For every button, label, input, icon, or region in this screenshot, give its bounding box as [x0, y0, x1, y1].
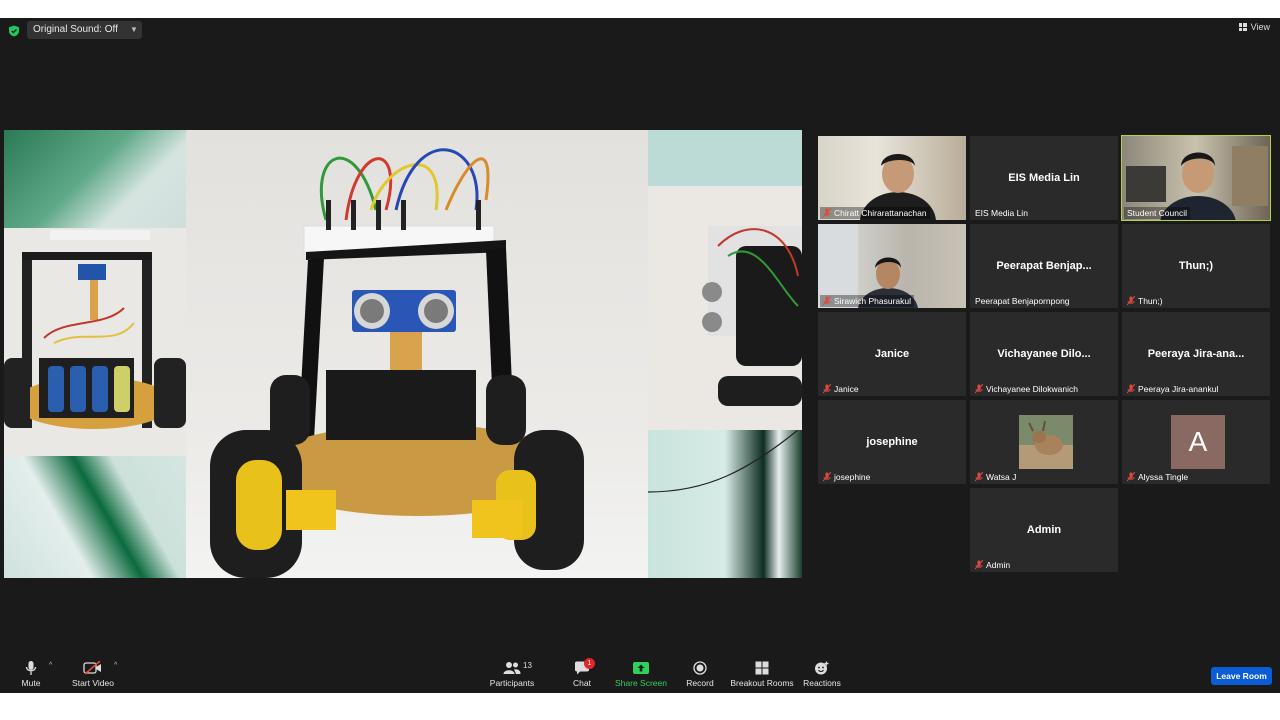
muted-mic-icon: [1126, 471, 1136, 482]
muted-mic-icon: [1126, 295, 1136, 306]
record-button[interactable]: Record: [684, 658, 716, 688]
video-tile-admin[interactable]: Admin Admin: [970, 488, 1118, 572]
video-tile-josephine[interactable]: josephine josephine: [818, 400, 966, 484]
video-panel-left-top: [4, 130, 186, 228]
video-tile-vichayanee[interactable]: Vichayanee Dilo... Vichayanee Dilokwanic…: [970, 312, 1118, 396]
participant-name-label: Chiratt Chirarattanachan: [820, 207, 930, 219]
view-label: View: [1250, 22, 1270, 32]
participant-name-label: josephine: [820, 471, 873, 483]
video-tile-alyssa-tingle[interactable]: A Alyssa Tingle: [1122, 400, 1270, 484]
breakout-rooms-button[interactable]: Breakout Rooms: [730, 658, 794, 688]
mute-label: Mute: [21, 678, 41, 688]
share-screen-icon: [612, 658, 670, 678]
avatar-initial: A: [1171, 415, 1225, 469]
audio-options-caret-icon[interactable]: ^: [49, 662, 52, 669]
meeting-toolbar: Mute ^ Start Video ^ Participants 13 Cha…: [0, 658, 1280, 693]
profile-picture-deer: [1019, 415, 1073, 469]
participant-name-label: EIS Media Lin: [975, 208, 1028, 218]
original-sound-toggle[interactable]: Original Sound: Off ▼: [27, 21, 142, 39]
participant-name-label: Thun;): [1124, 295, 1166, 307]
muted-mic-icon: [822, 295, 832, 306]
meeting-window: Original Sound: Off ▼ View Chiratt Chira…: [0, 18, 1280, 693]
participant-name-label: Student Council: [1124, 207, 1191, 219]
participant-display-name: Janice: [874, 348, 910, 360]
video-options-caret-icon[interactable]: ^: [114, 662, 117, 669]
video-tile-sirawich[interactable]: Sirawich Phasurakul: [818, 224, 966, 332]
video-tile-peeraya[interactable]: Peeraya Jira-ana... Peeraya Jira-anankul: [1122, 312, 1270, 396]
reactions-label: Reactions: [803, 678, 841, 688]
smiley-plus-icon: [802, 658, 842, 678]
participant-name-label: Sirawich Phasurakul: [820, 295, 915, 307]
video-tile-thun[interactable]: Thun;) Thun;): [1122, 224, 1270, 308]
start-video-button[interactable]: Start Video: [66, 658, 120, 688]
participant-name-label: Vichayanee Dilokwanich: [972, 383, 1081, 395]
security-shield-icon[interactable]: [8, 24, 20, 37]
video-panel-right-top: [648, 130, 802, 186]
leave-room-button[interactable]: Leave Room: [1211, 667, 1272, 685]
video-tile-peerapat[interactable]: Peerapat Benjap... Peerapat Benjapornpon…: [970, 224, 1118, 308]
participant-display-name: Peeraya Jira-ana...: [1147, 348, 1245, 360]
breakout-rooms-label: Breakout Rooms: [730, 678, 794, 688]
participant-display-name: EIS Media Lin: [1008, 172, 1080, 184]
muted-mic-icon: [974, 559, 984, 570]
participant-display-name: josephine: [866, 436, 918, 448]
video-tile-watsa-j[interactable]: Watsa J: [970, 400, 1118, 484]
breakout-rooms-icon: [730, 658, 794, 678]
video-tile-student-council[interactable]: Student Council: [1121, 135, 1271, 252]
participant-name-label: Admin: [972, 559, 1013, 571]
share-screen-label: Share Screen: [615, 678, 667, 688]
record-label: Record: [686, 678, 714, 688]
muted-mic-icon: [1126, 383, 1136, 394]
original-sound-label: Original Sound: Off: [33, 24, 118, 35]
chevron-down-icon[interactable]: ▼: [130, 21, 138, 39]
video-tile-eis-media-lin[interactable]: EIS Media Lin EIS Media Lin: [970, 136, 1118, 220]
video-panel-left-robot: [4, 228, 186, 456]
chat-unread-badge: 1: [584, 658, 595, 669]
video-off-icon: [66, 658, 120, 678]
shared-screen-video: [4, 130, 802, 578]
participant-name-label: Alyssa Tingle: [1124, 471, 1191, 483]
video-tile-chiratt[interactable]: Chiratt Chirarattanachan: [818, 136, 966, 252]
record-icon: [684, 658, 716, 678]
start-video-label: Start Video: [72, 678, 114, 688]
muted-mic-icon: [822, 207, 832, 218]
microphone-icon: [14, 658, 48, 678]
participant-display-name: Admin: [1026, 524, 1062, 536]
video-panel-left-bottom: [4, 456, 186, 578]
share-screen-button[interactable]: Share Screen: [612, 658, 670, 688]
participant-name-label: Watsa J: [972, 471, 1019, 483]
video-tile-janice[interactable]: Janice Janice: [818, 312, 966, 396]
participant-display-name: Peerapat Benjap...: [996, 260, 1092, 272]
participant-name-label: Peeraya Jira-anankul: [1124, 383, 1221, 395]
participant-display-name: Vichayanee Dilo...: [997, 348, 1091, 360]
participants-count: 13: [523, 661, 532, 670]
video-panel-right-robot: [648, 186, 802, 430]
mute-button[interactable]: Mute: [14, 658, 48, 688]
reactions-button[interactable]: Reactions: [802, 658, 842, 688]
participant-name-label: Peerapat Benjapornpong: [975, 296, 1070, 306]
view-button[interactable]: View: [1238, 22, 1270, 32]
chat-label: Chat: [573, 678, 591, 688]
muted-mic-icon: [974, 471, 984, 482]
video-panel-center-robot: [186, 130, 648, 578]
grid-view-icon: [1238, 23, 1247, 31]
muted-mic-icon: [974, 383, 984, 394]
muted-mic-icon: [822, 383, 832, 394]
participant-display-name: Thun;): [1178, 260, 1214, 272]
muted-mic-icon: [822, 471, 832, 482]
participants-label: Participants: [489, 678, 535, 688]
participant-name-label: Janice: [820, 383, 862, 395]
video-panel-right-bottom: [647, 429, 802, 578]
